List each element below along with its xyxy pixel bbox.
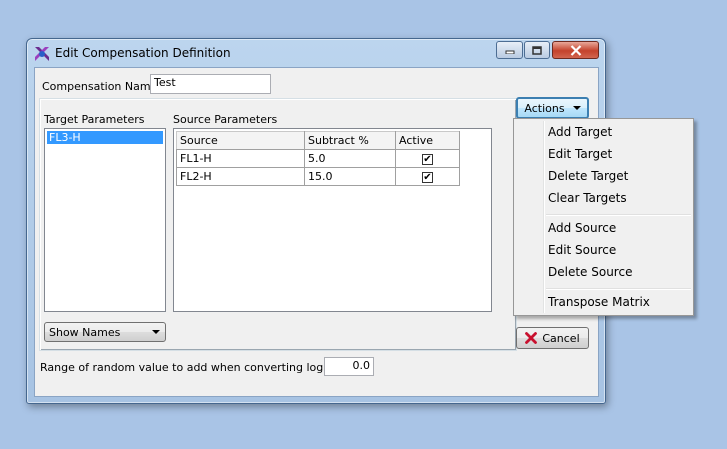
maximize-button[interactable]: [524, 41, 550, 59]
title-bar[interactable]: Edit Compensation Definition: [27, 39, 605, 67]
source-parameters-grid[interactable]: Source Subtract % Active FL1-H 5.0 ✔ FL2…: [173, 128, 492, 312]
random-range-input[interactable]: 0.0: [324, 357, 374, 376]
source-cell[interactable]: FL1-H: [176, 149, 305, 168]
menu-item-edit-source[interactable]: Edit Source: [548, 243, 616, 257]
show-names-dropdown[interactable]: Show Names: [44, 322, 166, 342]
fcs-express-icon: [35, 47, 49, 61]
compensation-name-input[interactable]: Test: [150, 74, 271, 94]
active-checkbox[interactable]: ✔: [422, 154, 433, 165]
random-range-label: Range of random value to add when conver…: [40, 361, 352, 374]
compensation-name-label: Compensation Name: [42, 80, 158, 93]
menu-item-delete-target[interactable]: Delete Target: [548, 169, 628, 183]
chevron-down-icon: [572, 106, 581, 110]
actions-menu: Add Target Edit Target Delete Target Cle…: [513, 118, 694, 316]
minimize-button[interactable]: [496, 41, 523, 59]
active-cell: ✔: [395, 149, 460, 168]
maximize-icon: [532, 45, 542, 55]
table-row[interactable]: FL1-H 5.0 ✔: [176, 149, 460, 168]
menu-item-clear-targets[interactable]: Clear Targets: [548, 191, 627, 205]
menu-item-add-source[interactable]: Add Source: [548, 221, 616, 235]
checkmark-icon: ✔: [423, 172, 432, 183]
x-mark-icon: [525, 332, 538, 344]
column-header-subtract[interactable]: Subtract %: [304, 131, 396, 150]
menu-separator: [546, 288, 691, 290]
target-parameters-label: Target Parameters: [44, 113, 145, 126]
source-cell[interactable]: FL2-H: [176, 167, 305, 186]
menu-item-delete-source[interactable]: Delete Source: [548, 265, 632, 279]
window-title: Edit Compensation Definition: [55, 46, 231, 60]
subtract-cell[interactable]: 15.0: [304, 167, 396, 186]
menu-separator: [546, 214, 691, 216]
subtract-cell[interactable]: 5.0: [304, 149, 396, 168]
menu-item-edit-target[interactable]: Edit Target: [548, 147, 612, 161]
show-names-selected: Show Names: [49, 325, 121, 339]
checkmark-icon: ✔: [423, 154, 432, 165]
cancel-button[interactable]: Cancel: [516, 327, 589, 349]
target-parameters-list[interactable]: FL3-H: [44, 128, 166, 312]
active-checkbox[interactable]: ✔: [422, 172, 433, 183]
chevron-down-icon: [152, 330, 160, 334]
column-header-source[interactable]: Source: [176, 131, 305, 150]
table-row[interactable]: FL2-H 15.0 ✔: [176, 167, 460, 186]
menu-gutter: [543, 121, 545, 313]
active-cell: ✔: [395, 167, 460, 186]
column-header-active[interactable]: Active: [395, 131, 460, 150]
source-table: Source Subtract % Active FL1-H 5.0 ✔ FL2…: [176, 131, 460, 186]
table-header-row: Source Subtract % Active: [176, 131, 460, 150]
close-icon: [570, 44, 581, 56]
list-item[interactable]: FL3-H: [47, 131, 163, 144]
source-parameters-label: Source Parameters: [173, 113, 278, 126]
menu-item-transpose-matrix[interactable]: Transpose Matrix: [548, 295, 650, 309]
cancel-label: Cancel: [542, 331, 580, 345]
actions-label: Actions: [524, 101, 565, 115]
actions-button[interactable]: Actions: [516, 97, 589, 119]
close-button[interactable]: [552, 41, 599, 59]
menu-item-add-target[interactable]: Add Target: [548, 125, 612, 139]
minimize-icon: [505, 50, 514, 54]
